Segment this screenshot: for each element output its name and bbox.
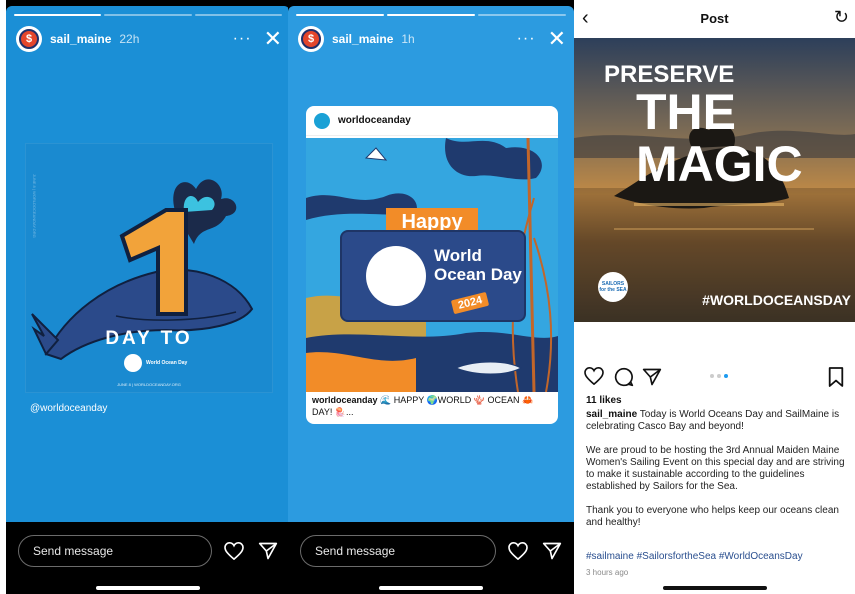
heart-icon[interactable] [222, 539, 246, 563]
heart-icon[interactable] [506, 539, 530, 563]
poster-side-text: JUNE 8 | WORLDOCEANDAY.ORG [32, 174, 37, 238]
image-hashtag: #WORLDOCEANSDAY [702, 292, 851, 308]
shared-post-card[interactable]: worldoceanday Happy World Ocean Day 2024 [306, 106, 558, 424]
home-indicator [662, 586, 767, 590]
poster-headline: DAY TO [105, 328, 193, 349]
post-panel: ‹ Post ↻ PRESERVE THE MAGIC SAILORS for … [574, 0, 855, 594]
send-message-input[interactable]: Send message [18, 535, 212, 567]
post-header: ‹ Post ↻ [574, 0, 855, 36]
story-time: 1h [401, 32, 415, 46]
send-message-input[interactable]: Send message [300, 535, 496, 567]
image-headline-2: THE MAGIC [636, 84, 803, 192]
likes-count[interactable]: 11 likes [586, 395, 622, 406]
story-header: $ sail_maine 22h ··· ✕ [16, 24, 282, 54]
year-tag: 2024 [450, 291, 490, 315]
poster-url: JUNE 8 | WORLDOCEANDAY.ORG [117, 382, 181, 387]
world-ocean-day-title: World Ocean Day [434, 246, 522, 284]
close-icon[interactable]: ✕ [548, 28, 566, 50]
sailors-for-the-sea-logo: SAILORS for the SEA [598, 272, 628, 302]
story-panel-2: $ sail_maine 1h ··· ✕ worldoceanday Happ… [288, 0, 574, 594]
comment-icon[interactable] [614, 367, 634, 387]
mention-sticker[interactable]: @worldoceanday [30, 403, 107, 414]
post-actions [584, 366, 847, 389]
avatar[interactable]: $ [16, 26, 42, 52]
refresh-icon[interactable]: ↻ [834, 7, 849, 28]
post-hashtags[interactable]: #sailmaine #SailorsfortheSea #WorldOcean… [586, 551, 803, 562]
story-header: $ sail_maine 1h ··· ✕ [298, 24, 566, 54]
send-icon[interactable] [256, 539, 280, 563]
post-caption: sail_maine Today is World Oceans Day and… [586, 409, 845, 528]
story-time: 22h [119, 32, 140, 46]
avatar[interactable]: $ [298, 26, 324, 52]
more-options-icon[interactable]: ··· [233, 30, 252, 48]
world-ocean-day-logo: World Ocean Day [124, 354, 187, 372]
back-arrow-icon[interactable]: ‹ [582, 7, 589, 30]
shared-post-caption: worldoceanday 🌊 HAPPY 🌍WORLD 🪸 OCEAN 🦀 D… [312, 395, 534, 417]
story-username[interactable]: sail_maine [332, 32, 393, 46]
shared-post-header: worldoceanday [306, 106, 558, 136]
world-ocean-day-badge: World Ocean Day 2024 [340, 230, 526, 322]
post-timestamp: 3 hours ago [586, 568, 629, 577]
story-username[interactable]: sail_maine [50, 32, 111, 46]
home-indicator [96, 586, 200, 590]
avatar [314, 112, 330, 129]
share-icon[interactable] [642, 367, 662, 387]
post-image[interactable]: PRESERVE THE MAGIC SAILORS for the SEA #… [574, 38, 855, 322]
caption-username[interactable]: sail_maine [586, 409, 637, 420]
bookmark-icon[interactable] [827, 367, 847, 387]
story-progress-bar [296, 14, 566, 16]
send-icon[interactable] [540, 539, 564, 563]
ocean-day-illustration: Happy World Ocean Day 2024 [306, 138, 558, 392]
page-title: Post [700, 10, 729, 26]
more-options-icon[interactable]: ··· [517, 30, 536, 48]
shared-post-username: worldoceanday [338, 115, 411, 126]
countdown-poster: JUNE 8 | WORLDOCEANDAY.ORG DAY TO World … [25, 143, 273, 393]
reply-bar: Send message [300, 535, 564, 567]
story-panel-1: $ sail_maine 22h ··· ✕ JUNE 8 | WORLDOCE… [6, 0, 290, 594]
home-indicator [379, 586, 483, 590]
close-icon[interactable]: ✕ [264, 28, 282, 50]
reply-bar: Send message [18, 535, 280, 567]
story-progress-bar [14, 14, 282, 16]
like-heart-icon[interactable] [584, 366, 604, 387]
carousel-dots [710, 374, 728, 378]
